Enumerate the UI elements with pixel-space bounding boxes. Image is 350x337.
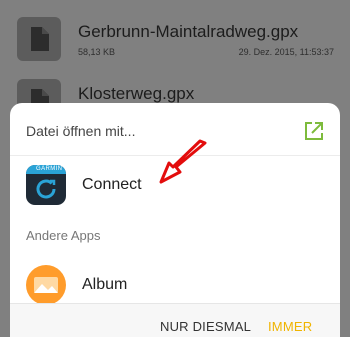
file-name: Gerbrunn-Maintalradweg.gpx — [78, 22, 299, 41]
app-label: Album — [82, 276, 128, 293]
sheet-footer: NUR DIESMAL IMMER — [10, 303, 340, 337]
open-with-sheet: Datei öffnen mit... GARMIN Connect Ander… — [10, 103, 340, 337]
file-date: 29. Dez. 2015, 11:53:37 — [238, 47, 334, 57]
always-button[interactable]: IMMER — [268, 319, 312, 334]
garmin-brand-text: GARMIN — [36, 166, 63, 172]
file-icon — [17, 17, 61, 61]
album-icon — [26, 265, 66, 305]
file-name: Klosterweg.gpx — [78, 84, 195, 103]
garmin-connect-icon: GARMIN — [26, 165, 66, 205]
open-external-icon[interactable] — [304, 121, 324, 141]
annotation-arrow-icon — [159, 139, 207, 184]
sheet-title: Datei öffnen mit... — [26, 123, 136, 139]
just-once-button[interactable]: NUR DIESMAL — [160, 319, 251, 334]
app-label: Connect — [82, 176, 142, 193]
section-label-other-apps: Andere Apps — [26, 228, 101, 243]
file-size: 58,13 KB — [78, 47, 116, 57]
file-row[interactable]: Gerbrunn-Maintalradweg.gpx 58,13 KB 29. … — [0, 10, 350, 72]
